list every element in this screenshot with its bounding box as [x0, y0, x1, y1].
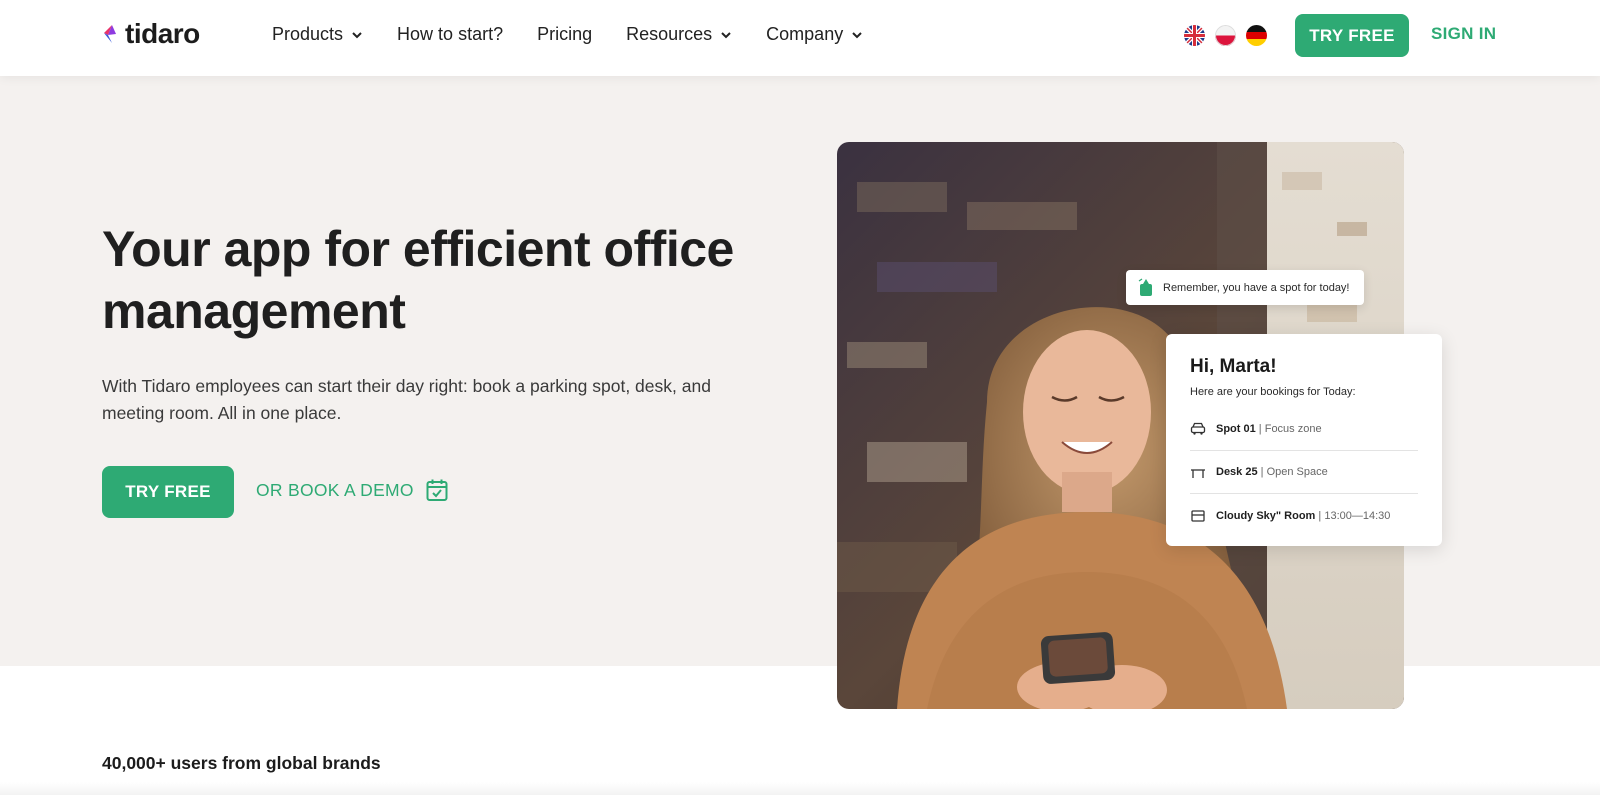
booking-detail: Focus zone: [1264, 423, 1322, 435]
nav-pricing[interactable]: Pricing: [537, 24, 592, 45]
booking-item: Cloudy Sky" Room | 13:00—14:30: [1190, 494, 1418, 537]
nav-company[interactable]: Company: [766, 24, 863, 45]
chevron-down-icon: [721, 31, 731, 38]
bookings-intro: Here are your bookings for Today:: [1190, 386, 1356, 398]
chevron-down-icon: [852, 31, 862, 38]
social-proof-text: 40,000+ users from global brands: [102, 753, 381, 773]
nav-company-label: Company: [766, 24, 844, 44]
book-demo-label: OR BOOK A DEMO: [256, 479, 414, 500]
booking-detail: 13:00—14:30: [1324, 509, 1391, 522]
booking-name: Desk 25: [1216, 466, 1258, 478]
booking-name: Cloudy Sky" Room: [1216, 509, 1316, 522]
sign-in-link[interactable]: SIGN IN: [1431, 24, 1496, 44]
logo-mark-icon: [104, 25, 116, 43]
nav-resources[interactable]: Resources: [626, 24, 732, 45]
nav-resources-label: Resources: [626, 24, 713, 44]
bookings-greeting: Hi, Marta!: [1190, 356, 1277, 377]
booking-item: Spot 01 | Focus zone: [1190, 408, 1418, 451]
nav-products-label: Products: [272, 24, 344, 44]
nav-how-to-start-label: How to start?: [397, 24, 504, 44]
reminder-text: Remember, you have a spot for today!: [1163, 281, 1350, 294]
nav-how-to-start[interactable]: How to start?: [397, 24, 503, 45]
booking-name: Spot 01: [1216, 423, 1256, 435]
language-switcher: [1184, 25, 1267, 46]
booking-item: Desk 25 | Open Space: [1190, 451, 1418, 494]
logo[interactable]: tidaro: [102, 18, 200, 50]
logo-text: tidaro: [125, 18, 200, 49]
site-header: tidaro Products How to start? Pricing Re…: [0, 0, 1600, 76]
chevron-down-icon: [352, 31, 362, 38]
bookings-card: Hi, Marta! Here are your bookings for To…: [1166, 334, 1442, 546]
bookings-list: Spot 01 | Focus zone Desk 25 | Open Spac…: [1190, 408, 1418, 537]
header-try-free-button[interactable]: TRY FREE: [1295, 14, 1409, 57]
uk-flag-icon[interactable]: [1184, 25, 1205, 46]
booking-detail: Open Space: [1266, 466, 1328, 478]
hero-title-line-2: management: [102, 283, 406, 339]
hero-title: Your app for efficient office management: [102, 218, 762, 342]
nav-products[interactable]: Products: [272, 24, 363, 45]
notification-icon: [1138, 278, 1152, 296]
nav-pricing-label: Pricing: [537, 24, 593, 44]
desk-icon: [1191, 469, 1205, 478]
reminder-toast: Remember, you have a spot for today!: [1126, 270, 1364, 305]
de-flag-icon[interactable]: [1246, 25, 1267, 46]
main-nav: Products How to start? Pricing Resources…: [272, 24, 863, 45]
calendar-check-icon: [426, 479, 448, 501]
hero-subtitle: With Tidaro employees can start their da…: [102, 376, 711, 423]
book-demo-link[interactable]: OR BOOK A DEMO: [256, 478, 448, 502]
pl-flag-icon[interactable]: [1215, 25, 1236, 46]
logo-strip-edge: [0, 782, 1600, 795]
hero-try-free-button[interactable]: TRY FREE: [102, 466, 234, 518]
room-icon: [1191, 509, 1205, 522]
car-icon: [1190, 422, 1206, 435]
hero-title-line-1: Your app for efficient office: [102, 221, 734, 277]
